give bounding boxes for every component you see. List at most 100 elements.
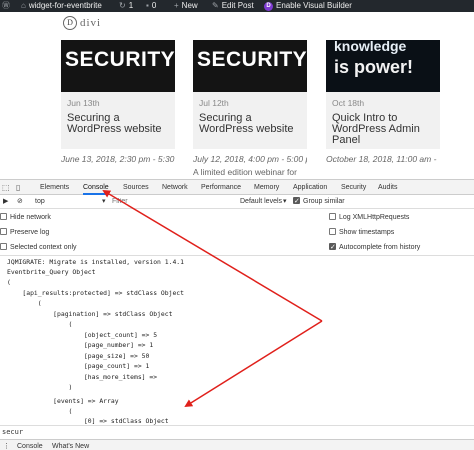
drawer-tab-whats-new[interactable]: What's New: [52, 440, 89, 450]
new-label: New: [181, 1, 198, 10]
checkbox-icon: [329, 227, 336, 235]
tab-network[interactable]: Network: [162, 180, 188, 195]
device-toolbar-icon[interactable]: ▯: [16, 183, 25, 192]
console-line: ): [7, 383, 73, 391]
edit-post-link[interactable]: ✎ Edit Post: [212, 0, 254, 12]
drawer-tab-console[interactable]: Console: [17, 440, 43, 450]
context-select[interactable]: top: [35, 195, 45, 209]
visual-builder-link[interactable]: D Enable Visual Builder: [264, 0, 352, 12]
edit-post-label: Edit Post: [221, 1, 254, 10]
event-excerpt: A limited edition webinar for: [193, 167, 297, 177]
event-title[interactable]: Securing a WordPress website: [199, 113, 301, 135]
context-dropdown-icon[interactable]: ▾: [102, 195, 106, 209]
event-date: Jun 13th: [67, 98, 100, 108]
console-line: [events] => Array: [7, 397, 119, 405]
group-similar-label: Group similar: [303, 198, 345, 205]
tab-elements[interactable]: Elements: [40, 180, 69, 195]
event-card-body: Jun 13th Securing a WordPress website: [61, 92, 175, 149]
event-meta: October 18, 2018, 11:00 am -: [326, 154, 437, 164]
console-line: Eventbrite_Query Object: [7, 268, 96, 276]
site-header: D divi: [0, 12, 474, 34]
pencil-icon: ✎: [212, 1, 219, 10]
wp-logo-menu[interactable]: Ⓦ: [2, 0, 10, 12]
event-date: Jul 12th: [199, 98, 229, 108]
event-meta: July 12, 2018, 4:00 pm - 5:00 pm: [193, 154, 307, 164]
updates-icon: ↻: [119, 1, 126, 10]
comments-menu[interactable]: ▪ 0: [146, 0, 156, 12]
updates-count: 1: [128, 1, 134, 10]
event-image-text: SECURITY: [65, 48, 175, 71]
comment-icon: ▪: [146, 1, 149, 10]
preserve-log-label: Preserve log: [10, 229, 50, 236]
show-timestamps-label: Show timestamps: [339, 229, 395, 236]
checkbox-icon: [0, 227, 7, 235]
console-line: [page_number] => 1: [7, 341, 154, 349]
hide-network-checkbox[interactable]: Hide network: [0, 211, 51, 225]
event-title[interactable]: Securing a WordPress website: [67, 113, 169, 135]
updates-menu[interactable]: ↻ 1: [119, 0, 133, 12]
console-line: [pagination] => stdClass Object: [7, 310, 173, 318]
event-image-text-line2: is power!: [334, 57, 414, 77]
checkbox-icon: [0, 212, 7, 220]
hide-network-label: Hide network: [10, 214, 51, 221]
event-image[interactable]: knowledge is power!: [326, 40, 440, 92]
logo-mark: D: [63, 16, 77, 30]
event-image-text: SECURITY: [197, 48, 307, 71]
screenshot-root: Ⓦ ⌂ widget-for-eventbrite ↻ 1 ▪ 0 + New …: [0, 0, 474, 450]
event-card[interactable]: SECURITY Jun 13th Securing a WordPress w…: [61, 40, 175, 180]
tab-audits[interactable]: Audits: [378, 180, 397, 195]
log-levels-select[interactable]: Default levels: [240, 195, 282, 209]
console-filter-input[interactable]: [112, 197, 232, 207]
preserve-log-checkbox[interactable]: Preserve log: [0, 226, 49, 240]
devtools-drawer-tabbar: ⋮ Console What's New: [0, 439, 474, 450]
home-icon: ⌂: [21, 1, 26, 10]
site-name-menu[interactable]: ⌂ widget-for-eventbrite: [21, 0, 102, 12]
console-prompt-value[interactable]: secur: [2, 428, 23, 436]
log-xhr-checkbox[interactable]: Log XMLHttpRequests: [329, 211, 409, 225]
selected-context-checkbox[interactable]: Selected context only: [0, 241, 77, 255]
visual-builder-label: Enable Visual Builder: [276, 1, 352, 10]
console-line: [api_results:protected] => stdClass Obje…: [7, 289, 184, 297]
event-image[interactable]: SECURITY: [61, 40, 175, 92]
event-card-body: Oct 18th Quick Intro to WordPress Admin …: [326, 92, 440, 149]
console-line: (: [7, 299, 42, 307]
event-card[interactable]: SECURITY Jul 12th Securing a WordPress w…: [193, 40, 307, 180]
site-logo[interactable]: D divi: [63, 16, 101, 30]
new-content-menu[interactable]: + New: [174, 0, 198, 12]
comments-count: 0: [151, 1, 157, 10]
show-timestamps-checkbox[interactable]: Show timestamps: [329, 226, 394, 240]
wp-admin-bar: Ⓦ ⌂ widget-for-eventbrite ↻ 1 ▪ 0 + New …: [0, 0, 474, 12]
clear-console-icon[interactable]: ⊘: [17, 195, 23, 209]
autocomplete-checkbox[interactable]: Autocomplete from history: [329, 241, 420, 255]
tab-security[interactable]: Security: [341, 180, 366, 195]
event-image-text-line1: knowledge: [334, 40, 407, 54]
console-prompt[interactable]: secur: [0, 425, 474, 439]
event-date: Oct 18th: [332, 98, 365, 108]
console-line: [page_count] => 1: [7, 362, 150, 370]
event-card-body: Jul 12th Securing a WordPress website: [193, 92, 307, 149]
sidebar-toggle-icon[interactable]: ▶: [3, 195, 8, 209]
console-line: [page_size] => 50: [7, 352, 150, 360]
devtools-tabbar: ⬚ ▯ Elements Console Sources Network Per…: [0, 180, 474, 195]
event-title[interactable]: Quick Intro to WordPress Admin Panel: [332, 113, 434, 146]
console-line: [0] => stdClass Object: [7, 417, 169, 425]
autocomplete-label: Autocomplete from history: [339, 244, 421, 251]
levels-dropdown-icon[interactable]: ▾: [283, 195, 287, 209]
logo-text: divi: [80, 17, 102, 29]
tab-application[interactable]: Application: [293, 180, 327, 195]
tab-sources[interactable]: Sources: [123, 180, 149, 195]
plus-icon: +: [174, 1, 179, 10]
tab-console[interactable]: Console: [83, 180, 109, 195]
console-line: (: [7, 407, 73, 415]
console-settings: Hide network Preserve log Selected conte…: [0, 209, 474, 256]
tab-memory[interactable]: Memory: [254, 180, 279, 195]
console-output: JQMIGRATE: Migrate is installed, version…: [0, 256, 474, 425]
inspect-element-icon[interactable]: ⬚: [2, 183, 11, 192]
checkbox-checked-icon: [293, 195, 300, 209]
event-image[interactable]: SECURITY: [193, 40, 307, 92]
event-card[interactable]: knowledge is power! Oct 18th Quick Intro…: [326, 40, 440, 180]
tab-performance[interactable]: Performance: [201, 180, 241, 195]
checkbox-icon: [329, 212, 336, 220]
group-similar-checkbox[interactable]: Group similar: [293, 195, 345, 209]
drawer-menu-icon[interactable]: ⋮: [3, 440, 10, 450]
